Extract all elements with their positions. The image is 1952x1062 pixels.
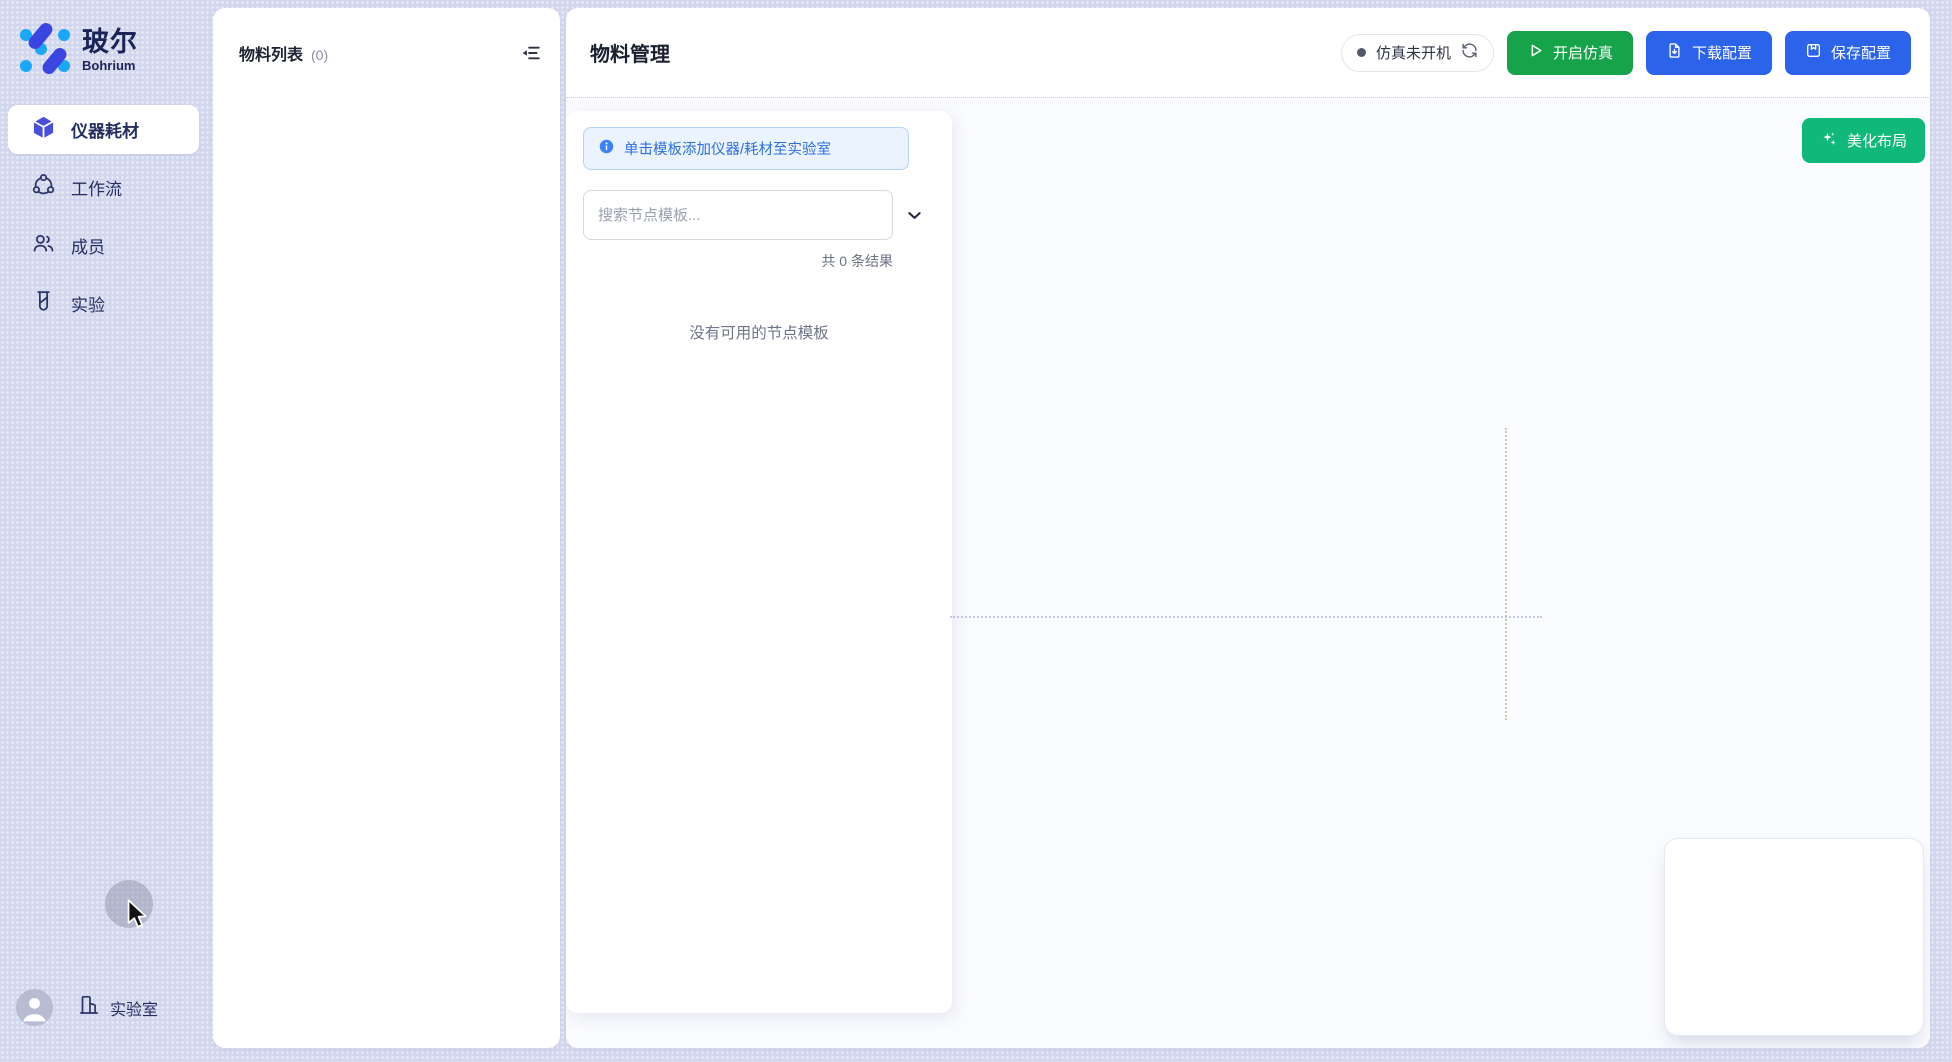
members-icon <box>31 231 56 261</box>
sidebar-footer: 实验室 <box>0 989 207 1048</box>
hint-banner-text: 单击模板添加仪器/耗材至实验室 <box>624 138 831 159</box>
bohrium-logo-icon <box>14 22 70 79</box>
canvas-guide-vertical <box>1505 428 1507 720</box>
beautify-layout-button[interactable]: 美化布局 <box>1802 118 1925 163</box>
search-input[interactable] <box>583 190 893 240</box>
status-dot <box>1357 48 1366 57</box>
save-config-button[interactable]: 保存配置 <box>1785 31 1911 75</box>
sidebar-item-label: 工作流 <box>71 175 122 200</box>
brand-logo: 玻尔 Bohrium <box>0 14 207 105</box>
materials-panel: 物料列表 (0) <box>213 8 560 1048</box>
info-icon <box>598 138 615 160</box>
sidebar: 玻尔 Bohrium 仪器耗材 <box>0 8 207 1048</box>
app-root: 玻尔 Bohrium 仪器耗材 <box>0 0 1952 1062</box>
hint-banner: 单击模板添加仪器/耗材至实验室 <box>583 127 909 170</box>
sidebar-item-label: 仪器耗材 <box>71 117 139 142</box>
sidebar-item-workflow[interactable]: 工作流 <box>8 163 199 212</box>
page-title: 物料管理 <box>590 38 670 67</box>
experiment-icon <box>31 289 56 319</box>
user-avatar[interactable] <box>16 989 53 1026</box>
play-icon <box>1527 42 1544 63</box>
lab-switcher[interactable]: 实验室 <box>77 993 158 1022</box>
building-icon <box>77 993 101 1022</box>
sidebar-item-experiments[interactable]: 实验 <box>8 279 199 328</box>
file-download-icon <box>1666 42 1683 63</box>
results-count: 共 0 条结果 <box>583 251 893 271</box>
sidebar-item-members[interactable]: 成员 <box>8 221 199 270</box>
brand-name-en: Bohrium <box>82 58 138 73</box>
chevron-down-icon[interactable] <box>897 198 931 232</box>
save-icon <box>1805 42 1822 63</box>
simulation-status-pill[interactable]: 仿真未开机 <box>1341 34 1494 72</box>
download-config-button[interactable]: 下载配置 <box>1646 31 1772 75</box>
cube-icon <box>31 115 56 145</box>
brand-name-zh: 玻尔 <box>82 28 138 58</box>
workflow-icon <box>31 173 56 203</box>
sidebar-nav: 仪器耗材 工作流 <box>0 105 207 328</box>
main-header: 物料管理 仿真未开机 <box>566 8 1930 98</box>
materials-count: (0) <box>311 47 328 63</box>
canvas-minimap[interactable] <box>1664 838 1924 1036</box>
lab-label: 实验室 <box>110 996 158 1020</box>
sidebar-item-label: 实验 <box>71 291 105 316</box>
template-panel: 单击模板添加仪器/耗材至实验室 共 0 条结果 没有可用的节点模板 <box>566 111 952 1013</box>
sidebar-item-instruments[interactable]: 仪器耗材 <box>8 105 199 154</box>
start-simulation-button[interactable]: 开启仿真 <box>1507 31 1633 75</box>
main-panel: 物料管理 仿真未开机 <box>566 8 1930 1048</box>
materials-panel-title: 物料列表 <box>239 41 303 65</box>
simulation-status-label: 仿真未开机 <box>1376 42 1451 63</box>
canvas-guide-horizontal <box>950 616 1542 618</box>
refresh-icon[interactable] <box>1461 42 1478 64</box>
flow-canvas[interactable]: 单击模板添加仪器/耗材至实验室 共 0 条结果 没有可用的节点模板 <box>566 98 1930 1048</box>
fold-list-icon[interactable] <box>518 40 544 66</box>
sidebar-item-label: 成员 <box>71 233 105 258</box>
mouse-cursor <box>126 899 152 936</box>
empty-state-text: 没有可用的节点模板 <box>583 321 935 343</box>
sparkles-icon <box>1820 130 1838 152</box>
